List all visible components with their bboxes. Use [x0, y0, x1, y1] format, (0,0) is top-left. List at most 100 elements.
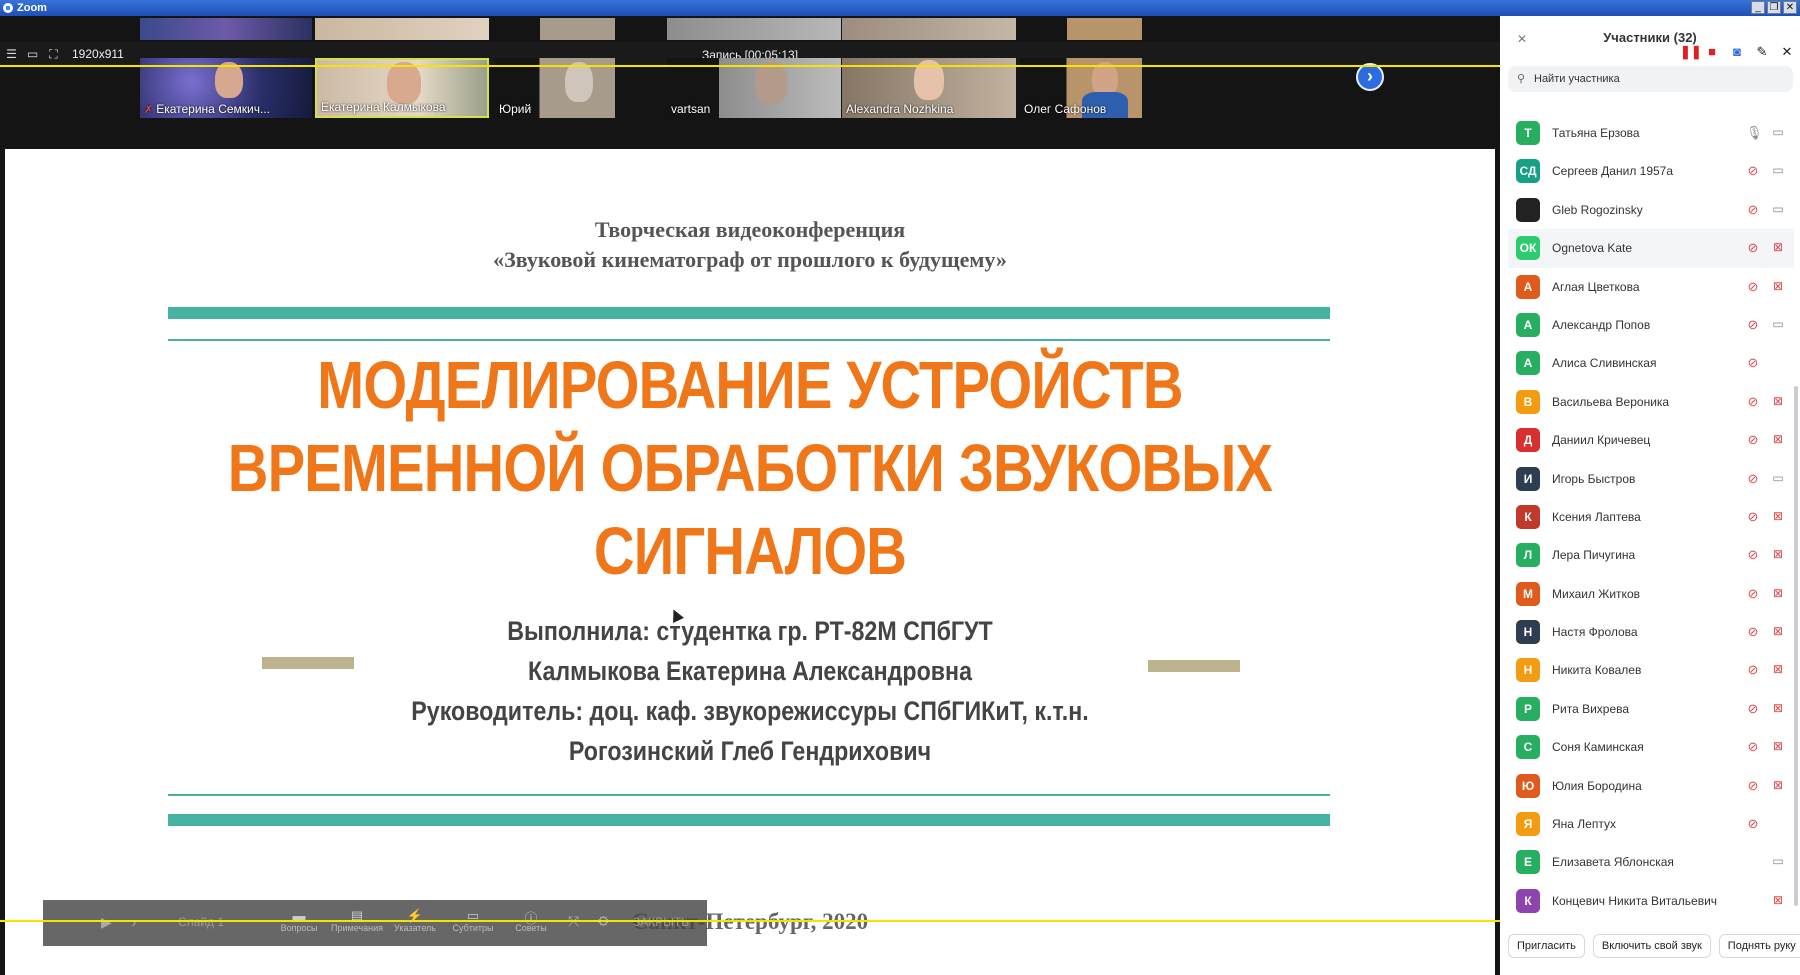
slide-title-line: ВРЕМЕННОЙ ОБРАБОТКИ ЗВУКОВЫХ	[227, 431, 1273, 506]
restore-button[interactable]: ❐	[1767, 1, 1781, 14]
unmute-self-button[interactable]: Включить свой звук	[1592, 934, 1711, 958]
microphone-muted-icon[interactable]: ⊘	[1746, 279, 1760, 295]
participant-name: Юлия Бородина	[1552, 778, 1642, 793]
avatar	[1516, 197, 1540, 222]
video-off-icon[interactable]: ⊠	[1770, 509, 1786, 523]
participant-row[interactable]: М Михаил Житков ⊘ ⊠	[1508, 575, 1794, 613]
participant-row[interactable]: А Алиса Сливинская ⊘	[1508, 344, 1794, 382]
video-tile[interactable]: Юрий	[495, 58, 615, 118]
participant-row[interactable]: Ю Юлия Бородина ⊘ ⊠	[1508, 767, 1794, 805]
video-camera-icon[interactable]: ▭	[1770, 854, 1786, 868]
supervisor-line: Рогозинский Глеб Гендрихович	[568, 736, 932, 766]
microphone-muted-icon[interactable]: ⊘	[1746, 202, 1760, 218]
participant-row[interactable]: К Концевич Никита Витальевич ⊠	[1508, 882, 1794, 920]
microphone-muted-icon[interactable]: ⊘	[1746, 586, 1760, 602]
participant-row[interactable]: С Соня Каминская ⊘ ⊠	[1508, 728, 1794, 766]
raise-hand-button[interactable]: Поднять руку	[1718, 934, 1800, 958]
video-off-icon[interactable]: ⊠	[1770, 739, 1786, 753]
participant-row[interactable]: ОК Ognetova Kate ⊘ ⊠	[1508, 229, 1794, 268]
avatar: Т	[1516, 121, 1540, 145]
next-page-arrow-icon[interactable]: ›	[1356, 63, 1384, 91]
video-camera-icon[interactable]: ▭	[1770, 471, 1786, 485]
microphone-muted-icon[interactable]: ⊘	[1746, 778, 1760, 794]
participant-name: Сергеев Данил 1957а	[1552, 164, 1674, 179]
close-icon[interactable]: ✕	[1780, 45, 1794, 59]
video-camera-icon[interactable]: ▭	[1770, 125, 1786, 139]
microphone-muted-icon[interactable]: ⊘	[1746, 547, 1760, 563]
meeting-area: ☰ ▭ ⛶ 1920x911 Запись [00:05:13] › ✗ Екат…	[0, 16, 1500, 975]
microphone-muted-icon[interactable]: ⊘	[1746, 624, 1760, 640]
participant-row[interactable]: Л Лера Пичугина ⊘ ⊠	[1508, 536, 1794, 574]
video-camera-icon[interactable]: ▭	[1770, 202, 1786, 216]
participant-row[interactable]: Н Никита Ковалев ⊘ ⊠	[1508, 651, 1794, 689]
participant-name: Ксения Лаптева	[1552, 509, 1641, 524]
video-tile-active[interactable]: Екатерина Калмыкова	[315, 58, 489, 118]
pencil-icon[interactable]: ✎	[1755, 45, 1769, 59]
participant-row[interactable]: Е Елизавета Яблонская ▭	[1508, 843, 1794, 881]
avatar: СД	[1516, 159, 1540, 184]
video-tile[interactable]: Олег Сафонов	[1020, 58, 1142, 118]
microphone-muted-icon[interactable]: ⊘	[1746, 471, 1760, 487]
microphone-muted-icon[interactable]: ⊘	[1746, 163, 1760, 179]
participant-row[interactable]: К Ксения Лаптева ⊘ ⊠	[1508, 498, 1794, 536]
close-window-button[interactable]: ✕	[1783, 1, 1797, 14]
microphone-muted-icon[interactable]: ⊘	[1746, 816, 1760, 832]
participant-row[interactable]: Н Настя Фролова ⊘ ⊠	[1508, 613, 1794, 651]
video-off-icon[interactable]: ⊠	[1770, 586, 1786, 600]
video-off-icon[interactable]: ⊠	[1770, 240, 1786, 254]
video-off-icon[interactable]: ⊠	[1770, 893, 1786, 907]
participant-row[interactable]: Т Татьяна Ерзова 🎙︎ ▭	[1508, 114, 1794, 152]
microphone-muted-icon[interactable]: ⊘	[1746, 240, 1760, 256]
minimize-button[interactable]: _	[1751, 1, 1765, 14]
microphone-icon[interactable]: 🎙︎	[1746, 125, 1763, 141]
camera-icon[interactable]: ◙	[1730, 45, 1744, 59]
microphone-muted-icon[interactable]: ⊘	[1746, 355, 1760, 371]
participant-row[interactable]: А Аглая Цветкова ⊘ ⊠	[1508, 268, 1794, 306]
pause-recording-icon[interactable]: ❚❚	[1680, 45, 1702, 59]
participant-row[interactable]: Р Рита Вихрева ⊘ ⊠	[1508, 690, 1794, 728]
video-off-icon[interactable]: ⊠	[1770, 624, 1786, 638]
video-off-icon[interactable]: ⊠	[1770, 701, 1786, 715]
microphone-muted-icon[interactable]: ⊘	[1746, 432, 1760, 448]
participant-name: Алиса Сливинская	[1552, 356, 1657, 371]
invite-button[interactable]: Пригласить	[1508, 934, 1585, 958]
participant-name: Ognetova Kate	[1552, 241, 1633, 256]
microphone-muted-icon[interactable]: ⊘	[1746, 394, 1760, 410]
video-camera-icon[interactable]: ▭	[1770, 163, 1786, 177]
teal-divider	[168, 814, 1330, 826]
participant-name: Татьяна Ерзова	[1552, 126, 1640, 140]
zoom-app-icon	[3, 3, 13, 13]
participant-row[interactable]: И Игорь Быстров ⊘ ▭	[1508, 460, 1794, 498]
video-off-icon[interactable]: ⊠	[1770, 432, 1786, 446]
video-tile[interactable]: vartsan	[667, 58, 841, 118]
participant-row[interactable]: Я Яна Лептух ⊘	[1508, 805, 1794, 843]
participant-row[interactable]: В Васильева Вероника ⊘ ⊠	[1508, 383, 1794, 421]
stop-recording-icon[interactable]: ■	[1705, 45, 1719, 59]
participant-search-input[interactable]: ⚲ Найти участника	[1508, 66, 1793, 92]
teal-divider-thin	[168, 339, 1330, 341]
video-tile[interactable]: ✗ Екатерина Семкич...	[140, 58, 312, 118]
participant-row[interactable]: Gleb Rogozinsky ⊘ ▭	[1508, 191, 1794, 229]
video-tile-name: Олег Сафонов	[1024, 102, 1107, 116]
participant-row[interactable]: А Александр Попов ⊘ ▭	[1508, 306, 1794, 344]
microphone-muted-icon[interactable]: ⊘	[1746, 317, 1760, 333]
supervisor-line: Руководитель: доц. каф. звукорежиссуры С…	[411, 696, 1089, 726]
video-camera-icon[interactable]: ▭	[1770, 317, 1786, 331]
previous-slide-icon[interactable]: ▶	[101, 914, 112, 930]
next-slide-icon[interactable]: ›	[132, 914, 137, 930]
microphone-muted-icon[interactable]: ⊘	[1746, 509, 1760, 525]
video-off-icon[interactable]: ⊠	[1770, 279, 1786, 293]
microphone-muted-icon[interactable]: ⊘	[1746, 662, 1760, 678]
microphone-muted-icon[interactable]: ⊘	[1746, 701, 1760, 717]
close-slideshow-button[interactable]: ЗАКРЫТЬ	[633, 915, 689, 929]
video-off-icon[interactable]: ⊠	[1770, 662, 1786, 676]
participant-row[interactable]: Д Даниил Кричевец ⊘ ⊠	[1508, 421, 1794, 459]
microphone-muted-icon[interactable]: ⊘	[1746, 739, 1760, 755]
video-off-icon[interactable]: ⊠	[1770, 778, 1786, 792]
video-off-icon[interactable]: ⊠	[1770, 394, 1786, 408]
scrollbar[interactable]	[1794, 386, 1798, 906]
video-off-icon[interactable]: ⊠	[1770, 547, 1786, 561]
participant-row[interactable]: СД Сергеев Данил 1957а ⊘ ▭	[1508, 152, 1794, 190]
video-tile[interactable]: Alexandra Nozhkina	[842, 58, 1016, 118]
avatar: Н	[1516, 620, 1540, 645]
